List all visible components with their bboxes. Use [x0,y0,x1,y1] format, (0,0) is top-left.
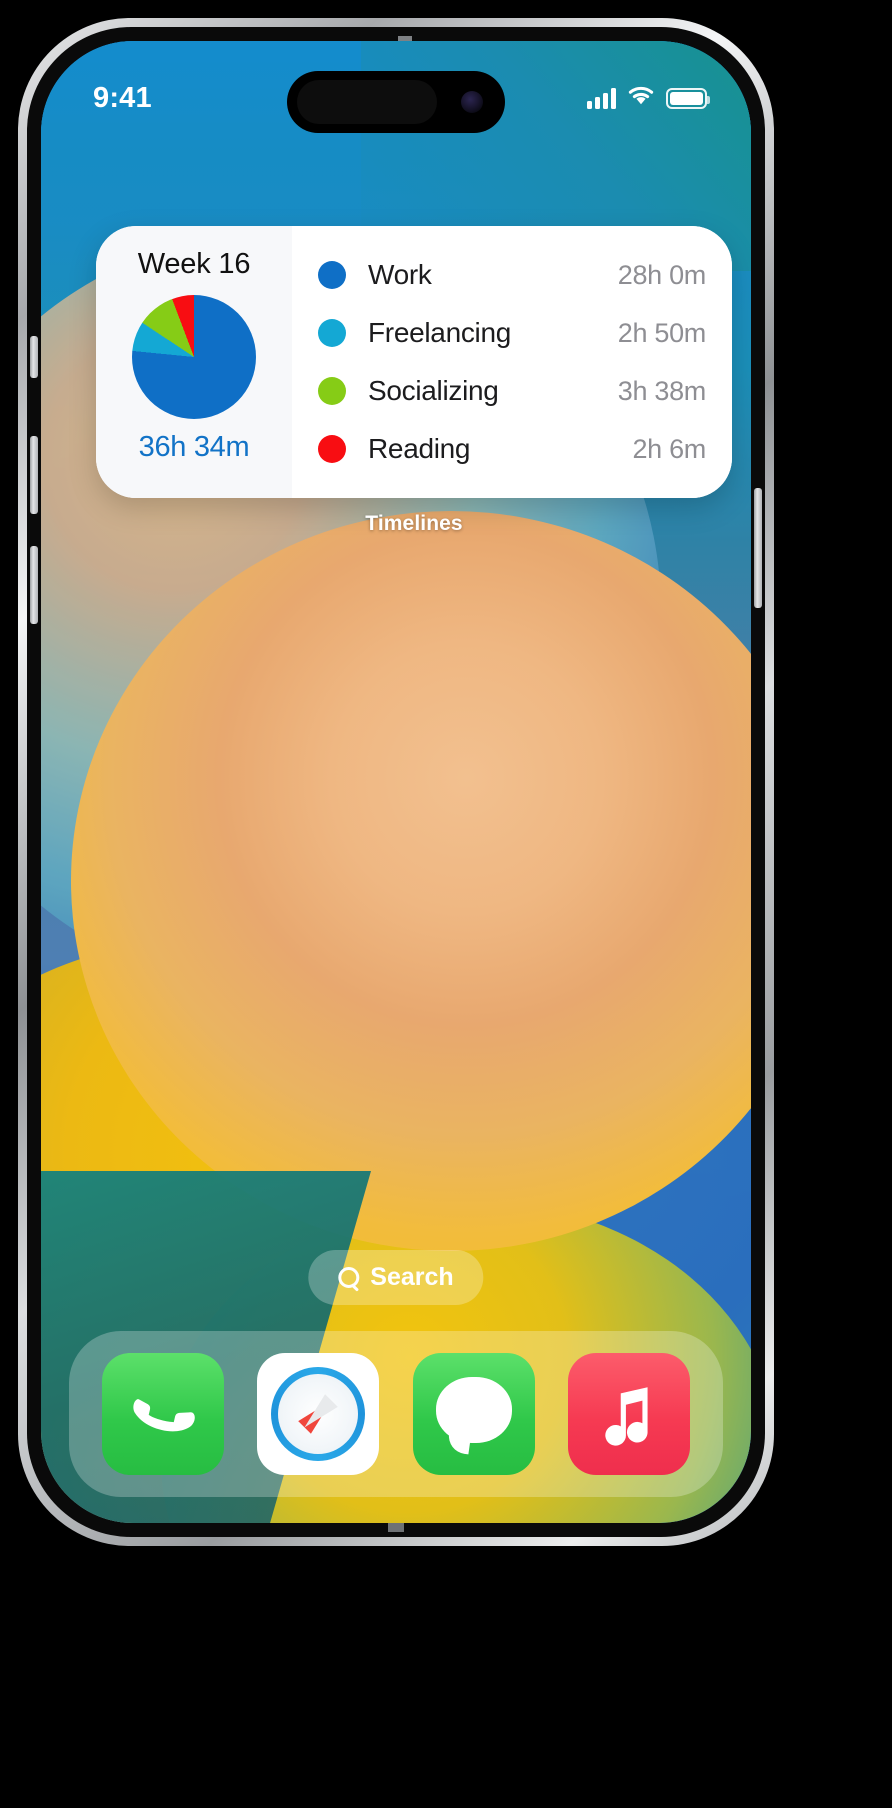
widget-category-list: Work 28h 0m Freelancing 2h 50m Socializing 3h… [292,226,732,498]
phone-icon [133,1399,195,1432]
wifi-icon [627,85,655,111]
category-value: 28h 0m [617,259,707,290]
widget-category-row: Work 28h 0m [318,246,706,304]
status-bar-indicators [587,85,710,111]
widget-category-row: Reading 2h 6m [318,420,706,478]
front-camera-icon [461,91,483,113]
category-color-dot [318,261,346,289]
category-label: Work [368,259,432,290]
category-color-dot [318,435,346,463]
widget-summary-panel: Week 16 36h 34m [96,226,292,498]
search-label: Search [370,1263,454,1291]
search-button[interactable]: Search [308,1250,484,1305]
widget-category-row: Freelancing 2h 50m [318,304,706,362]
safari-needle-white [298,1394,339,1434]
time-distribution-pie-chart [132,295,256,419]
category-value: 2h 50m [617,317,707,348]
search-icon [338,1266,360,1289]
phone-bezel: 9:41 Week 16 36h 34m Work 28h 0m Freelan… [27,27,765,1537]
dock [69,1331,723,1497]
category-label: Freelancing [368,317,512,348]
widget-week-label: Week 16 [137,248,251,280]
antenna-band-bottom [388,1522,404,1532]
safari-compass-icon [271,1367,366,1461]
category-value: 2h 6m [632,433,706,464]
power-button[interactable] [754,488,762,608]
category-label: Reading [368,433,471,464]
music-note-icon [605,1387,648,1446]
widget-category-row: Socializing 3h 38m [318,362,706,420]
category-label: Socializing [368,375,499,406]
timelines-widget[interactable]: Week 16 36h 34m Work 28h 0m Freelancing 2h … [96,226,732,498]
category-color-dot [318,319,346,347]
phone-screen: 9:41 Week 16 36h 34m Work 28h 0m Freelan… [41,41,751,1523]
phone-frame: 9:41 Week 16 36h 34m Work 28h 0m Freelan… [18,18,774,1546]
category-color-dot [318,377,346,405]
dock-app-music[interactable] [567,1353,690,1475]
silent-switch[interactable] [30,336,38,378]
cellular-bars-icon [587,87,616,109]
timelines-widget-container[interactable]: Week 16 36h 34m Work 28h 0m Freelancing 2h … [96,226,732,536]
widget-caption: Timelines [365,512,463,535]
volume-down-button[interactable] [30,546,38,624]
messages-bubble-icon [435,1377,512,1444]
dock-app-messages[interactable] [412,1353,535,1475]
battery-full-icon [666,87,710,109]
dock-app-phone[interactable] [102,1353,225,1475]
volume-up-button[interactable] [30,436,38,514]
screenshot-stage: 9:41 Week 16 36h 34m Work 28h 0m Freelan… [0,0,892,1808]
status-bar-time: 9:41 [93,81,152,114]
category-value: 3h 38m [617,375,707,406]
dynamic-island[interactable] [287,71,505,133]
dynamic-island-pill [297,80,437,124]
dock-app-safari[interactable] [257,1353,380,1475]
widget-total-time: 36h 34m [138,431,250,463]
